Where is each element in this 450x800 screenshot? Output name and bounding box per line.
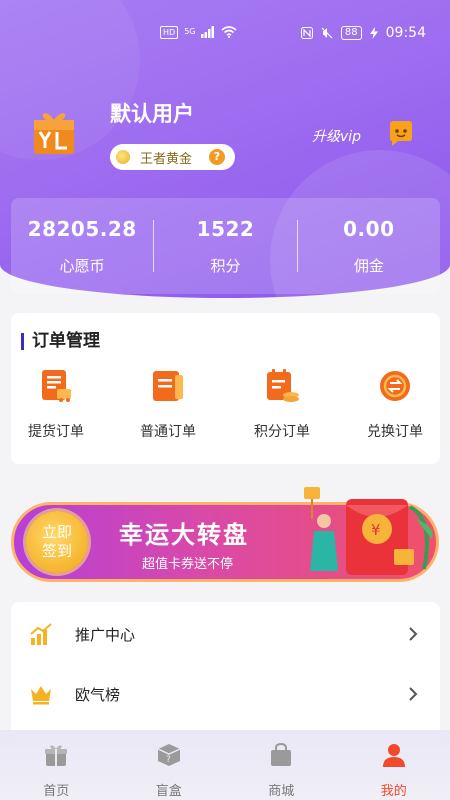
tab-mine[interactable]: 我的	[338, 730, 450, 800]
red-envelope-illustration-icon: ¥	[304, 487, 433, 575]
lucky-wheel-banner[interactable]: 立即 签到 幸运大转盘 超值卡券送不停 ¥	[11, 487, 439, 582]
customer-service-icon[interactable]	[386, 120, 416, 148]
bottom-tab-bar: 首页 ? 盲盒 商城 我的	[0, 730, 450, 800]
chevron-right-icon	[409, 687, 418, 701]
bar-chart-icon	[30, 623, 52, 645]
menu-item-label: 欧气榜	[75, 685, 121, 704]
chevron-right-icon	[409, 627, 418, 641]
menu-item-label: 推广中心	[75, 625, 136, 644]
nfc-icon	[300, 27, 313, 39]
banner-title: 幸运大转盘	[119, 521, 249, 549]
menu-item-promotion-center[interactable]: 推广中心	[11, 604, 440, 664]
tab-label: 我的	[380, 784, 407, 799]
gift-home-icon	[45, 745, 68, 766]
svg-text:¥: ¥	[371, 521, 381, 539]
pickup-order-icon	[42, 370, 71, 402]
network-indicator: 5G	[184, 27, 196, 36]
tab-mall[interactable]: 商城	[225, 730, 338, 800]
user-icon	[382, 744, 405, 767]
level-text: 王者黄金	[140, 151, 193, 167]
sign-in-button[interactable]: 立即 签到	[26, 511, 88, 573]
stat-value: 0.00	[343, 216, 395, 241]
crown-icon	[31, 686, 51, 705]
tab-label: 盲盒	[155, 784, 182, 799]
level-badge[interactable]: 王者黄金 ?	[110, 144, 235, 170]
tab-home[interactable]: 首页	[0, 730, 113, 800]
status-left-group: HD 5G	[160, 25, 238, 39]
stat-wish-coins[interactable]: 28205.28 心愿币	[11, 217, 153, 276]
stat-value: 1522	[196, 216, 255, 241]
mystery-box-icon: ?	[157, 744, 181, 766]
tab-mystery-box[interactable]: ? 盲盒	[113, 730, 226, 800]
banner-subtitle: 超值卡券送不停	[142, 557, 234, 572]
battery-indicator: 88	[340, 26, 362, 40]
tab-label: 商城	[268, 784, 295, 799]
upgrade-vip-link[interactable]: 升级vip	[312, 126, 361, 146]
exchange-order-button[interactable]: 兑换订单	[350, 367, 440, 441]
order-label: 积分订单	[254, 424, 310, 440]
stat-label: 心愿币	[59, 256, 105, 275]
help-icon[interactable]: ?	[209, 149, 225, 165]
normal-order-icon	[153, 371, 183, 401]
wifi-icon	[221, 26, 238, 38]
charging-icon	[369, 27, 378, 39]
username: 默认用户	[110, 102, 194, 126]
stat-label: 积分	[210, 256, 241, 275]
stat-commission[interactable]: 0.00 佣金	[298, 217, 440, 276]
svg-text:?: ?	[166, 755, 171, 765]
hd-indicator: HD	[160, 25, 179, 39]
sign-in-label-line1: 立即	[41, 523, 72, 541]
stat-label: 佣金	[353, 256, 384, 275]
order-label: 普通订单	[140, 424, 196, 440]
profile-screen: HD 5G 88 09:54 默认用户 王者黄金 ? 升级vip 28205.2…	[0, 0, 450, 800]
status-bar: HD 5G 88 09:54	[0, 0, 450, 66]
tab-label: 首页	[43, 784, 70, 799]
order-management-card: 订单管理 提货订单 普通订单 积分订单 兑换订单	[11, 313, 440, 464]
order-label: 提货订单	[28, 424, 84, 440]
avatar-logo-icon[interactable]	[28, 106, 80, 158]
coin-icon	[116, 150, 130, 164]
normal-order-button[interactable]: 普通订单	[123, 367, 213, 441]
points-order-icon	[267, 369, 299, 402]
status-right-group: 88 09:54	[300, 25, 426, 41]
sign-in-label-line2: 签到	[41, 542, 72, 560]
clock: 09:54	[385, 25, 426, 41]
points-order-button[interactable]: 积分订单	[237, 367, 327, 441]
signal-icon	[201, 26, 215, 38]
section-title: 订单管理	[21, 333, 100, 350]
menu-item-luck-ranking[interactable]: 欧气榜	[11, 664, 440, 724]
stat-value: 28205.28	[27, 216, 137, 241]
stat-points[interactable]: 1522 积分	[154, 217, 296, 276]
order-label: 兑换订单	[367, 424, 423, 440]
shopping-bag-icon	[271, 742, 292, 766]
exchange-order-icon	[380, 371, 410, 401]
menu-list: 推广中心 欧气榜	[11, 602, 440, 742]
pickup-order-button[interactable]: 提货订单	[11, 367, 101, 441]
mute-icon	[321, 27, 333, 39]
stats-card: 28205.28 心愿币 1522 积分 0.00 佣金	[11, 198, 440, 294]
